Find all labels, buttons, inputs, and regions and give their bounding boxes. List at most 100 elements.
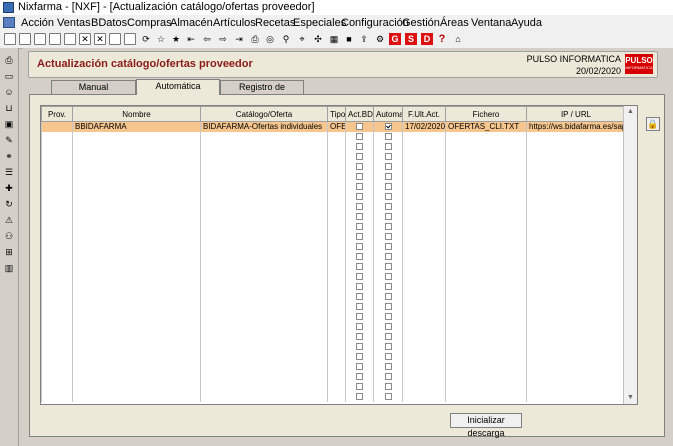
automat-checkbox[interactable]	[384, 233, 392, 241]
col-prov[interactable]: Prov.	[41, 106, 73, 122]
grid-cell[interactable]	[327, 362, 346, 372]
grid-cell[interactable]	[402, 282, 446, 292]
grid-cell[interactable]	[345, 382, 374, 392]
menu-almacen[interactable]: Almacén	[170, 17, 213, 29]
table-row[interactable]	[41, 382, 626, 392]
actbd-checkbox[interactable]	[356, 333, 363, 341]
grid-cell[interactable]	[526, 362, 626, 372]
grid-cell[interactable]	[345, 172, 374, 182]
users-icon[interactable]: ⚇	[3, 230, 15, 242]
automat-checkbox[interactable]	[384, 383, 392, 391]
actbd-checkbox[interactable]	[356, 253, 363, 261]
grid-cell[interactable]	[345, 332, 374, 342]
table-row[interactable]	[41, 162, 626, 172]
arrow-first-icon[interactable]: ⇤	[185, 33, 197, 45]
grid-cell[interactable]	[402, 202, 446, 212]
automat-checkbox[interactable]	[384, 153, 392, 161]
grid-cell[interactable]	[72, 292, 201, 302]
grid-cell[interactable]	[345, 252, 374, 262]
plus-icon[interactable]: ✚	[3, 182, 15, 194]
grid-cell[interactable]	[327, 172, 346, 182]
actbd-checkbox[interactable]	[356, 153, 363, 161]
grid-cell[interactable]	[345, 192, 374, 202]
grid-cell[interactable]	[526, 232, 626, 242]
table-row[interactable]	[41, 202, 626, 212]
grid-cell[interactable]	[200, 262, 328, 272]
automat-checkbox[interactable]	[384, 353, 392, 361]
actbd-checkbox[interactable]	[356, 233, 363, 241]
grid-cell[interactable]	[373, 232, 403, 242]
menu-bdatos[interactable]: BDatos	[91, 17, 127, 29]
grid-cell[interactable]	[445, 242, 527, 252]
actbd-checkbox[interactable]	[356, 143, 363, 151]
grid-cell[interactable]	[41, 142, 73, 152]
grid-cell[interactable]	[373, 362, 403, 372]
automat-checkbox[interactable]	[384, 323, 392, 331]
grid-cell[interactable]	[373, 242, 403, 252]
grid-cell[interactable]	[402, 142, 446, 152]
actbd-checkbox[interactable]	[356, 243, 363, 251]
grid-cell[interactable]	[41, 242, 73, 252]
grid-cell[interactable]	[41, 282, 73, 292]
automat-checkbox[interactable]	[384, 203, 392, 211]
grid-cell[interactable]	[402, 382, 446, 392]
grid-cell[interactable]	[200, 362, 328, 372]
grid-cell[interactable]	[41, 172, 73, 182]
actbd-checkbox[interactable]	[356, 303, 363, 311]
grid-cell[interactable]	[200, 292, 328, 302]
grid-cell[interactable]	[526, 272, 626, 282]
col-fichero[interactable]: Fichero	[445, 106, 527, 122]
automat-checkbox[interactable]	[384, 373, 392, 381]
grid-cell[interactable]	[402, 362, 446, 372]
grid-cell[interactable]	[200, 382, 328, 392]
grid-cell[interactable]	[402, 222, 446, 232]
automat-checkbox[interactable]	[384, 193, 392, 201]
grid-cell[interactable]	[200, 272, 328, 282]
grid-cell[interactable]	[526, 152, 626, 162]
cell-actbd[interactable]	[345, 121, 374, 132]
grid-cell[interactable]	[345, 362, 374, 372]
grid-cell[interactable]	[200, 232, 328, 242]
grid-cell[interactable]	[445, 292, 527, 302]
grid-cell[interactable]	[373, 292, 403, 302]
grid-cell[interactable]	[327, 272, 346, 282]
automat-checkbox[interactable]	[384, 343, 392, 351]
col-automat[interactable]: Automat.	[373, 106, 403, 122]
grid-cell[interactable]	[72, 182, 201, 192]
grid-cell[interactable]	[200, 322, 328, 332]
grid-cell[interactable]	[345, 212, 374, 222]
grid-cell[interactable]	[41, 352, 73, 362]
automat-checkbox[interactable]	[384, 313, 392, 321]
grid-cell[interactable]	[402, 152, 446, 162]
grid-cell[interactable]	[373, 272, 403, 282]
menu-articulos[interactable]: Artículos	[213, 17, 256, 29]
save-icon[interactable]	[34, 33, 46, 45]
grid-cell[interactable]	[72, 302, 201, 312]
actbd-checkbox[interactable]	[356, 273, 363, 281]
pin-icon[interactable]: ⚲	[280, 33, 292, 45]
grid-cell[interactable]	[200, 182, 328, 192]
network-icon[interactable]: ⌖	[296, 33, 308, 45]
col-fecha[interactable]: F.Ult.Act.	[402, 106, 446, 122]
grid-cell[interactable]	[526, 172, 626, 182]
grid-cell[interactable]	[41, 392, 73, 402]
grid-cell[interactable]	[526, 372, 626, 382]
cell-catalogo[interactable]: BIDAFARMA-Ofertas individuales	[200, 121, 328, 132]
help-button[interactable]: ?	[436, 33, 448, 45]
grid-cell[interactable]	[445, 152, 527, 162]
table-row[interactable]	[41, 292, 626, 302]
list-icon[interactable]	[64, 33, 76, 45]
grid-cell[interactable]	[445, 382, 527, 392]
grid-cell[interactable]	[72, 232, 201, 242]
actbd-checkbox[interactable]	[356, 343, 363, 351]
grid-cell[interactable]	[526, 292, 626, 302]
arrow-left-icon[interactable]: ⇦	[201, 33, 213, 45]
grid-cell[interactable]	[41, 322, 73, 332]
grid-cell[interactable]	[200, 222, 328, 232]
actbd-checkbox[interactable]	[356, 133, 363, 141]
grid-cell[interactable]	[41, 362, 73, 372]
person-icon[interactable]: ☺	[3, 86, 15, 98]
grid-cell[interactable]	[445, 192, 527, 202]
grid-cell[interactable]	[402, 252, 446, 262]
menu-especiales[interactable]: Especiales	[293, 17, 346, 29]
